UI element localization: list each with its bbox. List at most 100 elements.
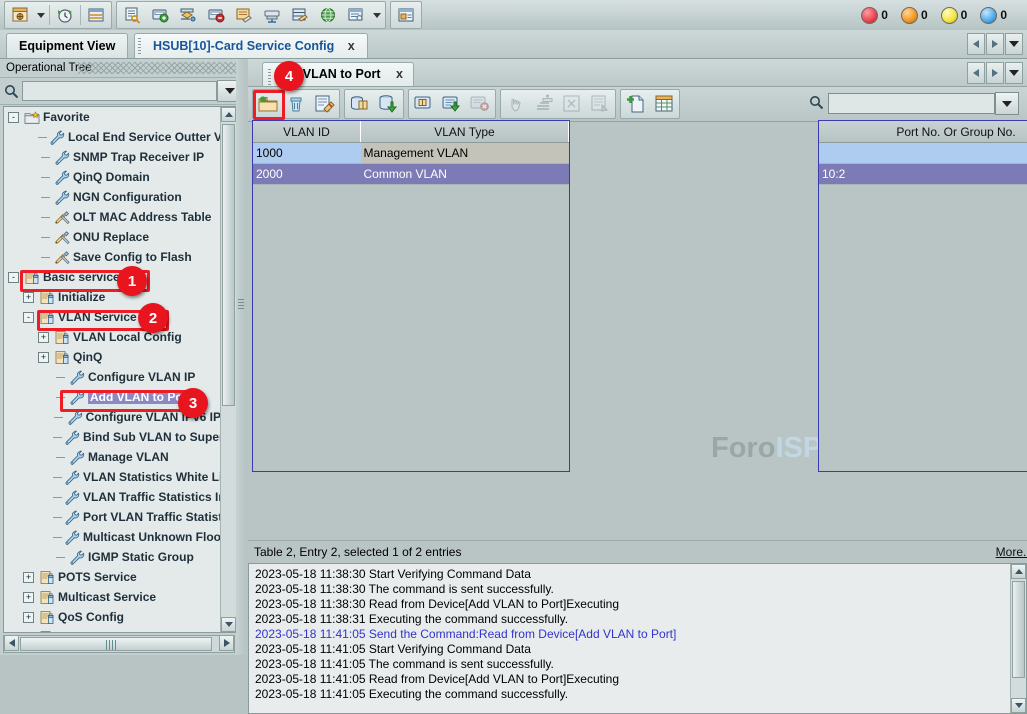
vlan-table[interactable]: VLAN ID VLAN Type 1000 Management VLAN 2… bbox=[252, 120, 570, 472]
tree-scroll-right-icon[interactable] bbox=[219, 635, 234, 651]
warning-alarm-led[interactable] bbox=[980, 7, 997, 24]
table-row[interactable]: 10:2 TAG bbox=[819, 164, 1027, 185]
rack-device-icon[interactable] bbox=[258, 2, 286, 28]
table-row[interactable]: 1000 Management VLAN bbox=[253, 143, 569, 164]
clock-scan-icon[interactable] bbox=[51, 2, 79, 28]
sidebar-item-qos-config[interactable]: +QoS Config bbox=[4, 607, 221, 627]
sidebar-item-multicast-service[interactable]: +Multicast Service bbox=[4, 587, 221, 607]
tree-expander-icon[interactable]: + bbox=[23, 292, 34, 303]
sidebar-item-local-end-service-outter-vlan[interactable]: Local End Service Outter VLAN bbox=[4, 127, 221, 147]
sidebar-item-igmp-static-group[interactable]: IGMP Static Group bbox=[4, 547, 221, 567]
major-alarm-led[interactable] bbox=[901, 7, 918, 24]
column-header-vlan-id[interactable]: VLAN ID bbox=[253, 121, 361, 143]
select-tool-button[interactable] bbox=[502, 91, 530, 117]
tree-expander-icon[interactable]: - bbox=[23, 312, 34, 323]
cell-port-no[interactable]: 10:2 bbox=[819, 164, 1027, 185]
sidebar-item-save-config-to-flash[interactable]: Save Config to Flash bbox=[4, 247, 221, 267]
copy-config-button[interactable] bbox=[410, 91, 438, 117]
tree-expander-icon[interactable]: + bbox=[23, 592, 34, 603]
sidebar-item-port-vlan-traffic-statistics[interactable]: Port VLAN Traffic Statistics bbox=[4, 507, 221, 527]
server-config-icon[interactable] bbox=[286, 2, 314, 28]
tree-scroll-down-icon[interactable] bbox=[221, 617, 236, 632]
sidebar-item-ngn-configuration[interactable]: NGN Configuration bbox=[4, 187, 221, 207]
tree-expander-icon[interactable]: + bbox=[38, 352, 49, 363]
cell-port-no[interactable] bbox=[819, 143, 1027, 164]
log-list-icon[interactable] bbox=[342, 2, 370, 28]
sidebar-item-pots-service[interactable]: +POTS Service bbox=[4, 567, 221, 587]
template-button[interactable] bbox=[586, 91, 614, 117]
authorization-key-icon[interactable] bbox=[118, 2, 146, 28]
alarm-card-icon[interactable] bbox=[230, 2, 258, 28]
sidebar-item-olt-mac-address-table[interactable]: OLT MAC Address Table bbox=[4, 207, 221, 227]
write-to-device-button[interactable] bbox=[374, 91, 402, 117]
more-link[interactable]: More... bbox=[996, 545, 1027, 559]
sidebar-item-basic-service[interactable]: -Basic service bbox=[4, 267, 221, 287]
apply-config-button[interactable] bbox=[438, 91, 466, 117]
content-tab-scroll-right-icon[interactable] bbox=[986, 62, 1004, 84]
tab-scroll-left-icon[interactable] bbox=[967, 33, 985, 55]
sidebar-item-configure-vlan-ip[interactable]: Configure VLAN IP bbox=[4, 367, 221, 387]
add-entry-button[interactable] bbox=[530, 91, 558, 117]
tree-search-input[interactable] bbox=[23, 82, 220, 100]
device-add-icon[interactable] bbox=[146, 2, 174, 28]
table-row[interactable]: TAG bbox=[819, 143, 1027, 164]
tab-equipment-view[interactable]: Equipment View bbox=[6, 33, 128, 58]
read-from-device-button[interactable] bbox=[346, 91, 374, 117]
cell-vlan-id[interactable]: 1000 bbox=[253, 143, 361, 164]
delete-config-button[interactable] bbox=[466, 91, 494, 117]
tree-expander-icon[interactable]: - bbox=[8, 272, 19, 283]
sidebar-item-multicast-unknown-flood[interactable]: Multicast Unknown Flood bbox=[4, 527, 221, 547]
sidebar-item-initialize[interactable]: +Initialize bbox=[4, 287, 221, 307]
report-table-icon[interactable] bbox=[82, 2, 110, 28]
tree-vertical-scrollbar[interactable] bbox=[220, 107, 236, 632]
globe-network-icon[interactable] bbox=[314, 2, 342, 28]
properties-panel-icon[interactable] bbox=[392, 2, 420, 28]
log-panel[interactable]: 2023-05-18 11:38:30 Start Verifying Comm… bbox=[248, 563, 1027, 714]
tree-horizontal-scrollbar[interactable] bbox=[3, 635, 235, 653]
log-scroll-up-icon[interactable] bbox=[1011, 564, 1026, 579]
log-scroll-down-icon[interactable] bbox=[1011, 698, 1026, 713]
sidebar-item-vlan-traffic-statistics-info[interactable]: VLAN Traffic Statistics Info bbox=[4, 487, 221, 507]
tree-hscroll-thumb[interactable] bbox=[20, 637, 212, 651]
export-excel-button[interactable] bbox=[558, 91, 586, 117]
delete-row-button[interactable] bbox=[282, 91, 310, 117]
operational-tree[interactable]: -FavoriteLocal End Service Outter VLANSN… bbox=[3, 106, 237, 633]
sidebar-item-manage-vlan[interactable]: Manage VLAN bbox=[4, 447, 221, 467]
column-header-port-no[interactable]: Port No. Or Group No. bbox=[819, 121, 1027, 143]
tree-expander-icon[interactable]: + bbox=[38, 332, 49, 343]
tree-scroll-thumb[interactable] bbox=[222, 124, 235, 406]
network-topology-icon[interactable] bbox=[174, 2, 202, 28]
log-dropdown-arrow-icon[interactable] bbox=[370, 3, 384, 27]
grid-view-button[interactable] bbox=[650, 91, 678, 117]
cell-vlan-type[interactable]: Common VLAN bbox=[361, 164, 569, 185]
new-file-button[interactable] bbox=[622, 91, 650, 117]
sidebar-item-vlan-statistics-white-list[interactable]: VLAN Statistics White List bbox=[4, 467, 221, 487]
tab-close-icon[interactable]: x bbox=[348, 39, 355, 53]
tree-expander-icon[interactable]: + bbox=[23, 632, 34, 634]
log-scroll-thumb[interactable] bbox=[1012, 581, 1025, 678]
tree-expander-icon[interactable]: + bbox=[23, 572, 34, 583]
table-row[interactable]: 2000 Common VLAN bbox=[253, 164, 569, 185]
sidebar-item-qinq-domain[interactable]: QinQ Domain bbox=[4, 167, 221, 187]
log-vertical-scrollbar[interactable] bbox=[1010, 564, 1026, 713]
tree-expander-icon[interactable]: + bbox=[23, 612, 34, 623]
search-icon[interactable] bbox=[0, 84, 22, 99]
sidebar-item-onu-replace[interactable]: ONU Replace bbox=[4, 227, 221, 247]
content-search-dropdown-icon[interactable] bbox=[995, 92, 1019, 115]
window-layout-icon[interactable] bbox=[6, 2, 34, 28]
tab-scroll-right-icon[interactable] bbox=[986, 33, 1004, 55]
content-tab-close-icon[interactable]: x bbox=[396, 67, 403, 81]
port-table[interactable]: Port No. Or Group No. TAG/UNTAG TAG 10:2… bbox=[818, 120, 1027, 472]
content-tab-scroll-left-icon[interactable] bbox=[967, 62, 985, 84]
tree-scroll-left-icon[interactable] bbox=[4, 635, 19, 651]
critical-alarm-led[interactable] bbox=[861, 7, 878, 24]
tree-expander-icon[interactable]: - bbox=[8, 112, 19, 123]
sidebar-item-system-control[interactable]: +System Control bbox=[4, 627, 221, 633]
add-row-button[interactable] bbox=[254, 91, 282, 117]
modify-row-button[interactable] bbox=[310, 91, 338, 117]
content-tab-list-dropdown-icon[interactable] bbox=[1005, 62, 1023, 84]
sidebar-item-bind-sub-vlan-to-super-vl[interactable]: Bind Sub VLAN to Super VL bbox=[4, 427, 221, 447]
view-dropdown-arrow-icon[interactable] bbox=[34, 3, 48, 27]
sidebar-item-vlan-local-config[interactable]: +VLAN Local Config bbox=[4, 327, 221, 347]
device-remove-icon[interactable] bbox=[202, 2, 230, 28]
